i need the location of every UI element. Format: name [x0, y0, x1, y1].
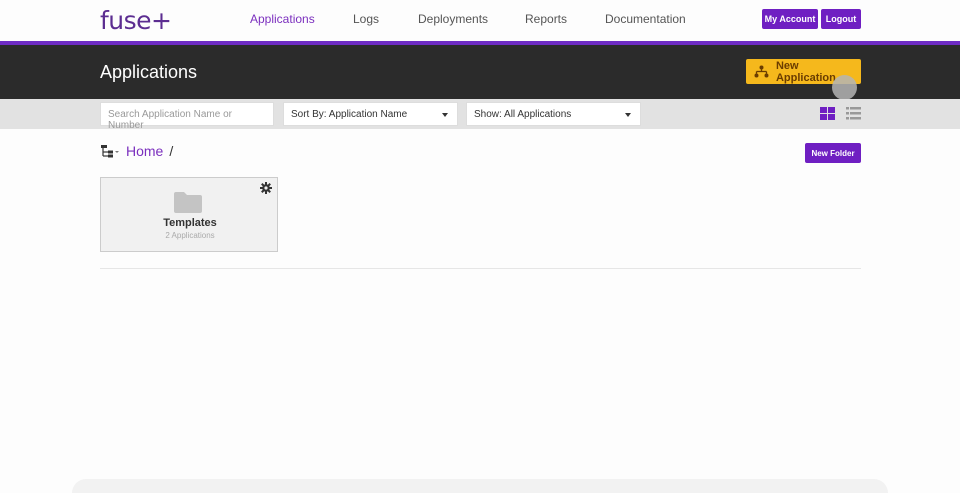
- caret-down-icon: [442, 113, 448, 117]
- hierarchy-icon: [754, 65, 769, 78]
- search-input[interactable]: Search Application Name or Number: [100, 102, 274, 131]
- logout-button[interactable]: Logout: [821, 9, 861, 29]
- top-navigation: fuse+ Applications Logs Deployments Repo…: [0, 0, 960, 41]
- grid-view-icon[interactable]: [820, 107, 835, 120]
- filter-bar: Search Application Name or Number Sort B…: [0, 99, 960, 131]
- gear-icon[interactable]: [260, 182, 272, 194]
- nav-deployments[interactable]: Deployments: [418, 12, 488, 26]
- fuse-logo[interactable]: fuse+: [100, 6, 172, 35]
- nav-applications[interactable]: Applications: [250, 12, 315, 26]
- breadcrumb-home[interactable]: Home: [126, 143, 163, 159]
- sort-select[interactable]: Sort By: Application Name: [283, 102, 458, 126]
- folder-icon: [174, 192, 202, 213]
- breadcrumb: Home /: [100, 143, 173, 159]
- list-view-icon[interactable]: [846, 107, 861, 120]
- new-folder-button[interactable]: New Folder: [805, 143, 861, 163]
- page-title: Applications: [100, 62, 198, 82]
- nav-logs[interactable]: Logs: [353, 12, 379, 26]
- show-select-label: Show: All Applications: [474, 109, 572, 120]
- content-divider: [100, 268, 861, 269]
- my-account-button[interactable]: My Account: [762, 9, 818, 29]
- folder-card[interactable]: Templates 2 Applications: [100, 177, 278, 252]
- caret-down-icon: [625, 113, 631, 117]
- folder-app-count: 2 Applications: [165, 231, 215, 240]
- page-header: Applications New Application: [0, 45, 960, 100]
- footer-edge: [72, 479, 888, 493]
- folder-name: Templates: [163, 217, 217, 229]
- breadcrumb-separator: /: [169, 143, 174, 159]
- cursor-indicator: [832, 75, 857, 100]
- show-select[interactable]: Show: All Applications: [466, 102, 641, 126]
- sort-select-label: Sort By: Application Name: [291, 109, 408, 120]
- nav-documentation[interactable]: Documentation: [605, 12, 686, 26]
- nav-reports[interactable]: Reports: [525, 12, 567, 26]
- folder-tree-icon[interactable]: [100, 143, 120, 159]
